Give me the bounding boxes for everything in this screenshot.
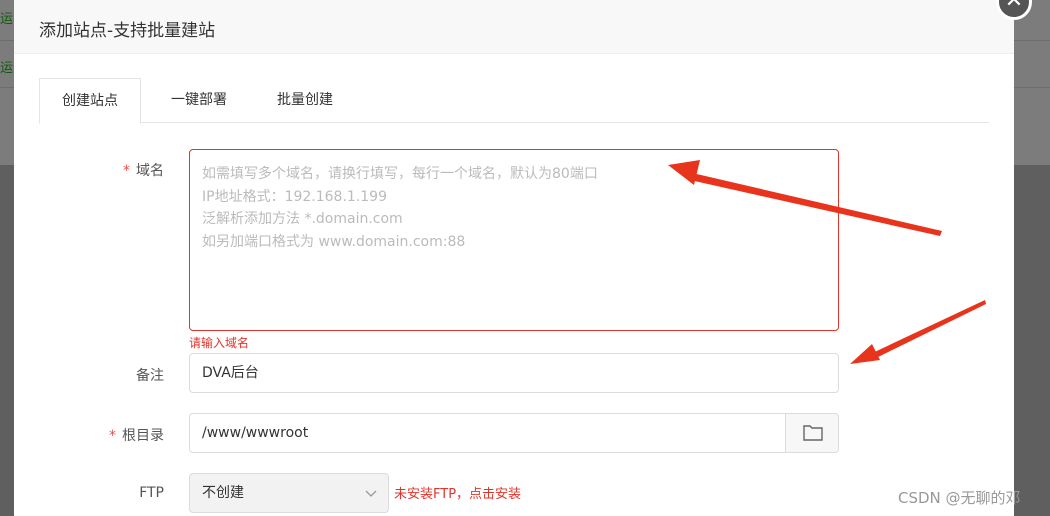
tab-batch-create[interactable]: 批量创建 xyxy=(255,78,355,123)
dialog-title: 添加站点-支持批量建站 xyxy=(39,21,216,41)
domain-placeholder-line: IP地址格式：192.168.1.199 xyxy=(202,189,387,205)
folder-icon xyxy=(803,425,823,441)
root-dir-input[interactable]: /www/wwwroot xyxy=(189,413,786,453)
install-ftp-link[interactable]: 未安装FTP，点击安装 xyxy=(394,483,521,502)
close-icon: ✕ xyxy=(1004,0,1024,13)
domain-error-message: 请输入域名 xyxy=(189,336,250,350)
ftp-label: FTP xyxy=(139,485,164,501)
root-dir-label: * 根目录 xyxy=(44,425,164,445)
watermark: CSDN @无聊的邓 xyxy=(898,489,1021,507)
ftp-select[interactable]: 不创建 xyxy=(189,473,389,513)
domain-placeholder-line: 如需填写多个域名，请换行填写，每行一个域名，默认为80端口 xyxy=(202,166,598,182)
required-mark: * xyxy=(109,428,116,444)
remark-label: 备注 xyxy=(136,368,164,384)
add-site-dialog: 添加站点-支持批量建站 创建站点 一键部署 批量创建 * 域名 如需填写多个域名，… xyxy=(14,0,1014,516)
domain-textarea[interactable]: 如需填写多个域名，请换行填写，每行一个域名，默认为80端口 IP地址格式：192… xyxy=(189,149,839,331)
remark-input[interactable]: DVA后台 xyxy=(189,353,839,393)
background-text: 运 xyxy=(0,12,14,27)
domain-placeholder-line: 如另加端口格式为 www.domain.com:88 xyxy=(202,234,466,250)
chevron-down-icon xyxy=(365,490,377,497)
domain-label-text: 域名 xyxy=(136,163,164,179)
tab-one-click-deploy[interactable]: 一键部署 xyxy=(149,78,249,123)
domain-placeholder-line: 泛解析添加方法 *.domain.com xyxy=(202,211,403,227)
dialog-header: 添加站点-支持批量建站 xyxy=(14,0,1014,54)
tab-bar: 创建站点 一键部署 批量创建 xyxy=(39,78,989,124)
tab-create-site[interactable]: 创建站点 xyxy=(39,78,141,124)
domain-label: * 域名 xyxy=(44,160,164,180)
background-text: 运 xyxy=(0,61,14,76)
root-dir-label-text: 根目录 xyxy=(122,428,164,444)
browse-folder-button[interactable] xyxy=(785,413,839,453)
ftp-select-value: 不创建 xyxy=(202,485,244,501)
required-mark: * xyxy=(123,163,130,179)
